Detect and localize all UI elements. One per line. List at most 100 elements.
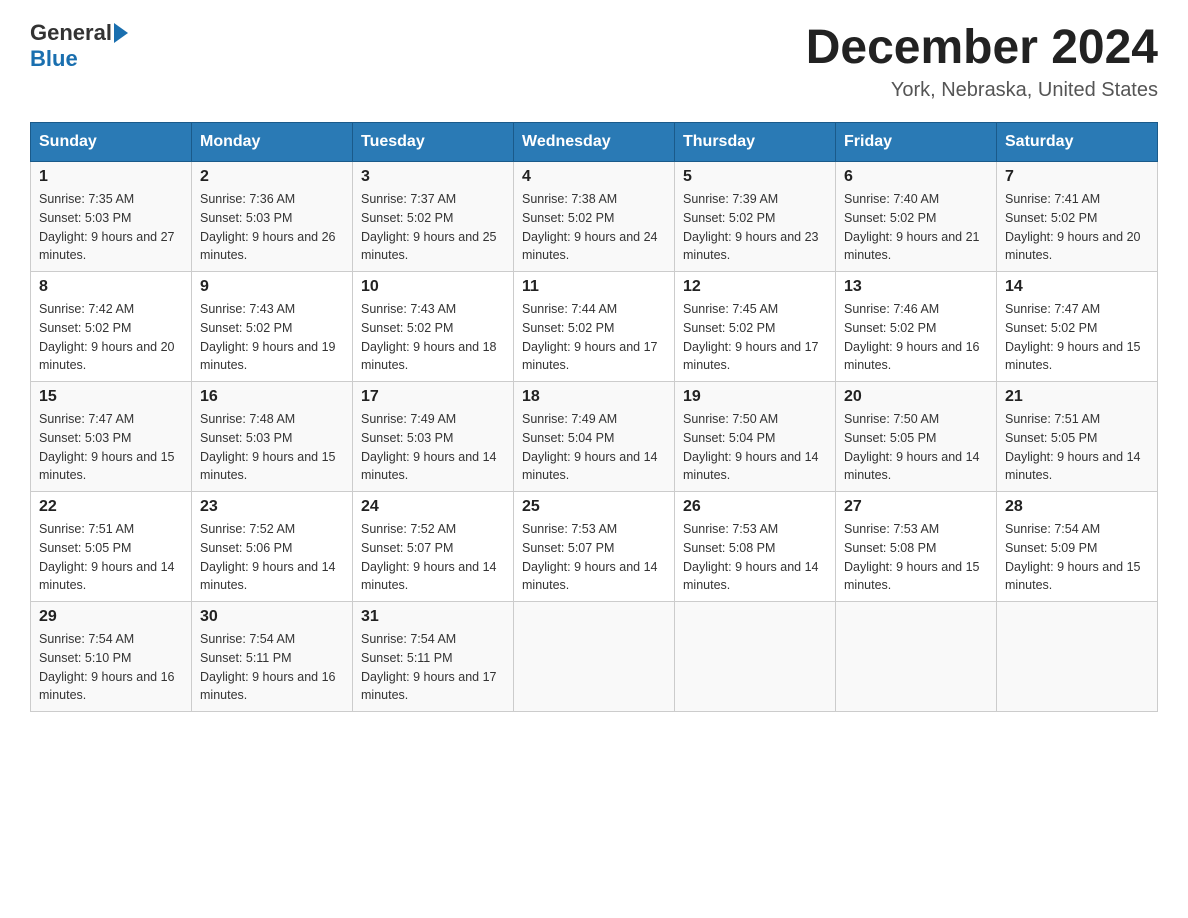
header-cell-sunday: Sunday [31, 123, 192, 162]
day-info: Sunrise: 7:46 AMSunset: 5:02 PMDaylight:… [844, 300, 988, 375]
calendar-week-4: 22 Sunrise: 7:51 AMSunset: 5:05 PMDayligh… [31, 492, 1158, 602]
calendar-cell: 7Sunrise: 7:41 AMSunset: 5:02 PMDaylight… [997, 162, 1158, 272]
day-info: Sunrise: 7:52 AMSunset: 5:07 PMDaylight:… [361, 520, 505, 595]
logo: General Blue [30, 20, 130, 72]
calendar-cell: 9Sunrise: 7:43 AMSunset: 5:02 PMDaylight… [192, 272, 353, 382]
calendar-cell: 27 Sunrise: 7:53 AMSunset: 5:08 PMDayligh… [836, 492, 997, 602]
calendar-cell: 20 Sunrise: 7:50 AMSunset: 5:05 PMDayligh… [836, 382, 997, 492]
calendar-week-1: 1 Sunrise: 7:35 AMSunset: 5:03 PMDaylight… [31, 162, 1158, 272]
day-info: Sunrise: 7:43 AMSunset: 5:02 PMDaylight:… [361, 300, 505, 375]
calendar-cell: 17Sunrise: 7:49 AMSunset: 5:03 PMDayligh… [353, 382, 514, 492]
calendar-cell: 1 Sunrise: 7:35 AMSunset: 5:03 PMDaylight… [31, 162, 192, 272]
day-info: Sunrise: 7:40 AMSunset: 5:02 PMDaylight:… [844, 190, 988, 265]
calendar-week-2: 8 Sunrise: 7:42 AMSunset: 5:02 PMDaylight… [31, 272, 1158, 382]
calendar-cell: 23 Sunrise: 7:52 AMSunset: 5:06 PMDayligh… [192, 492, 353, 602]
calendar-cell [514, 602, 675, 712]
day-number: 21 [1005, 388, 1149, 406]
day-number: 29 [39, 608, 183, 626]
day-info: Sunrise: 7:35 AMSunset: 5:03 PMDaylight:… [39, 190, 183, 265]
day-info: Sunrise: 7:42 AMSunset: 5:02 PMDaylight:… [39, 300, 183, 375]
day-number: 3 [361, 168, 505, 186]
day-number: 22 [39, 498, 183, 516]
calendar-cell: 12 Sunrise: 7:45 AMSunset: 5:02 PMDayligh… [675, 272, 836, 382]
calendar-cell: 10 Sunrise: 7:43 AMSunset: 5:02 PMDayligh… [353, 272, 514, 382]
header-cell-wednesday: Wednesday [514, 123, 675, 162]
day-info: Sunrise: 7:36 AMSunset: 5:03 PMDaylight:… [200, 190, 344, 265]
day-info: Sunrise: 7:54 AMSunset: 5:10 PMDaylight:… [39, 630, 183, 705]
calendar-week-5: 29 Sunrise: 7:54 AMSunset: 5:10 PMDayligh… [31, 602, 1158, 712]
day-number: 8 [39, 278, 183, 296]
calendar-cell [997, 602, 1158, 712]
header-cell-saturday: Saturday [997, 123, 1158, 162]
calendar-body: 1 Sunrise: 7:35 AMSunset: 5:03 PMDaylight… [31, 162, 1158, 712]
logo-triangle-icon [114, 23, 128, 43]
calendar-cell [836, 602, 997, 712]
day-info: Sunrise: 7:43 AMSunset: 5:02 PMDaylight:… [200, 300, 344, 375]
day-info: Sunrise: 7:54 AMSunset: 5:11 PMDaylight:… [361, 630, 505, 705]
calendar-cell: 2 Sunrise: 7:36 AMSunset: 5:03 PMDaylight… [192, 162, 353, 272]
calendar-cell: 22 Sunrise: 7:51 AMSunset: 5:05 PMDayligh… [31, 492, 192, 602]
location-subtitle: York, Nebraska, United States [806, 79, 1158, 102]
header-cell-tuesday: Tuesday [353, 123, 514, 162]
day-info: Sunrise: 7:53 AMSunset: 5:07 PMDaylight:… [522, 520, 666, 595]
day-info: Sunrise: 7:53 AMSunset: 5:08 PMDaylight:… [844, 520, 988, 595]
calendar-header: SundayMondayTuesdayWednesdayThursdayFrid… [31, 123, 1158, 162]
day-info: Sunrise: 7:45 AMSunset: 5:02 PMDaylight:… [683, 300, 827, 375]
day-number: 4 [522, 168, 666, 186]
day-number: 13 [844, 278, 988, 296]
day-number: 14 [1005, 278, 1149, 296]
day-info: Sunrise: 7:50 AMSunset: 5:05 PMDaylight:… [844, 410, 988, 485]
logo-general-text: General [30, 20, 112, 46]
day-number: 23 [200, 498, 344, 516]
calendar-week-3: 15 Sunrise: 7:47 AMSunset: 5:03 PMDayligh… [31, 382, 1158, 492]
day-info: Sunrise: 7:47 AMSunset: 5:03 PMDaylight:… [39, 410, 183, 485]
calendar-cell: 15 Sunrise: 7:47 AMSunset: 5:03 PMDayligh… [31, 382, 192, 492]
calendar-cell: 24Sunrise: 7:52 AMSunset: 5:07 PMDayligh… [353, 492, 514, 602]
day-number: 27 [844, 498, 988, 516]
day-number: 12 [683, 278, 827, 296]
month-year-title: December 2024 [806, 20, 1158, 75]
day-number: 20 [844, 388, 988, 406]
calendar-cell: 11 Sunrise: 7:44 AMSunset: 5:02 PMDayligh… [514, 272, 675, 382]
calendar-cell: 25 Sunrise: 7:53 AMSunset: 5:07 PMDayligh… [514, 492, 675, 602]
day-number: 7 [1005, 168, 1149, 186]
day-number: 25 [522, 498, 666, 516]
calendar-cell [675, 602, 836, 712]
day-info: Sunrise: 7:49 AMSunset: 5:04 PMDaylight:… [522, 410, 666, 485]
day-info: Sunrise: 7:50 AMSunset: 5:04 PMDaylight:… [683, 410, 827, 485]
day-number: 19 [683, 388, 827, 406]
header-cell-monday: Monday [192, 123, 353, 162]
calendar-cell: 16Sunrise: 7:48 AMSunset: 5:03 PMDayligh… [192, 382, 353, 492]
day-number: 2 [200, 168, 344, 186]
header-cell-friday: Friday [836, 123, 997, 162]
day-number: 10 [361, 278, 505, 296]
calendar-cell: 13 Sunrise: 7:46 AMSunset: 5:02 PMDayligh… [836, 272, 997, 382]
day-info: Sunrise: 7:37 AMSunset: 5:02 PMDaylight:… [361, 190, 505, 265]
logo-blue-text: Blue [30, 46, 78, 72]
title-section: December 2024 York, Nebraska, United Sta… [806, 20, 1158, 102]
day-number: 16 [200, 388, 344, 406]
day-number: 6 [844, 168, 988, 186]
day-number: 1 [39, 168, 183, 186]
calendar-cell: 5Sunrise: 7:39 AMSunset: 5:02 PMDaylight… [675, 162, 836, 272]
day-number: 11 [522, 278, 666, 296]
day-info: Sunrise: 7:49 AMSunset: 5:03 PMDaylight:… [361, 410, 505, 485]
calendar-cell: 19 Sunrise: 7:50 AMSunset: 5:04 PMDayligh… [675, 382, 836, 492]
day-info: Sunrise: 7:44 AMSunset: 5:02 PMDaylight:… [522, 300, 666, 375]
header-row: SundayMondayTuesdayWednesdayThursdayFrid… [31, 123, 1158, 162]
day-info: Sunrise: 7:53 AMSunset: 5:08 PMDaylight:… [683, 520, 827, 595]
day-info: Sunrise: 7:52 AMSunset: 5:06 PMDaylight:… [200, 520, 344, 595]
calendar-cell: 26 Sunrise: 7:53 AMSunset: 5:08 PMDayligh… [675, 492, 836, 602]
day-info: Sunrise: 7:54 AMSunset: 5:11 PMDaylight:… [200, 630, 344, 705]
day-info: Sunrise: 7:39 AMSunset: 5:02 PMDaylight:… [683, 190, 827, 265]
day-number: 26 [683, 498, 827, 516]
calendar-cell: 14 Sunrise: 7:47 AMSunset: 5:02 PMDayligh… [997, 272, 1158, 382]
day-number: 18 [522, 388, 666, 406]
day-info: Sunrise: 7:47 AMSunset: 5:02 PMDaylight:… [1005, 300, 1149, 375]
day-info: Sunrise: 7:38 AMSunset: 5:02 PMDaylight:… [522, 190, 666, 265]
day-info: Sunrise: 7:51 AMSunset: 5:05 PMDaylight:… [39, 520, 183, 595]
day-number: 15 [39, 388, 183, 406]
calendar-cell: 30Sunrise: 7:54 AMSunset: 5:11 PMDayligh… [192, 602, 353, 712]
header-cell-thursday: Thursday [675, 123, 836, 162]
calendar-cell: 3 Sunrise: 7:37 AMSunset: 5:02 PMDaylight… [353, 162, 514, 272]
